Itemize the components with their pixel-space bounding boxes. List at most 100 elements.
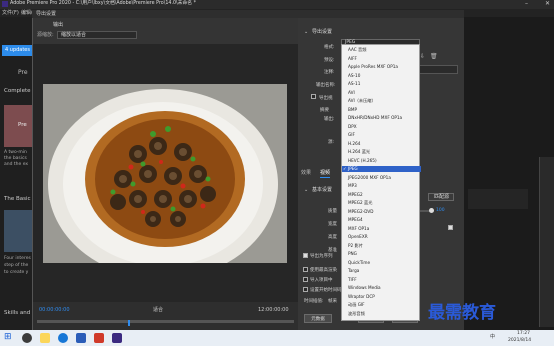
aspect-checkbox[interactable] bbox=[448, 225, 453, 230]
import-project-label: 导入项目中 bbox=[310, 278, 333, 283]
format-option[interactable]: AAC 音频 bbox=[342, 47, 421, 53]
input-language[interactable]: 中 bbox=[490, 335, 495, 340]
timeline-scrubber[interactable] bbox=[37, 320, 294, 323]
width-label: 宽度 bbox=[328, 222, 337, 227]
format-option[interactable]: 动画 GIF bbox=[342, 302, 421, 308]
format-option[interactable]: PNG bbox=[342, 251, 421, 257]
updates-banner[interactable]: 4 updates a bbox=[2, 45, 36, 56]
clock-time[interactable]: 17:27 bbox=[517, 331, 530, 337]
format-option[interactable]: DNxHR/DNxHD MXF OP1a bbox=[342, 115, 421, 121]
format-option[interactable]: Wraptor DCP bbox=[342, 294, 421, 300]
export-sequence-label: 导出为序列 bbox=[310, 254, 333, 259]
format-option[interactable]: MP3 bbox=[342, 183, 421, 189]
format-option[interactable]: BMP bbox=[342, 107, 421, 113]
output-tab[interactable]: 输出 bbox=[53, 23, 63, 28]
edge-icon[interactable] bbox=[58, 333, 68, 343]
app-icon[interactable] bbox=[94, 333, 104, 343]
format-option[interactable]: HEVC (H.265) bbox=[342, 158, 421, 164]
source-scale-select[interactable]: 缩放以适合 bbox=[57, 31, 137, 39]
format-dropdown-list[interactable]: AAC 音频 AIFF Apple ProRes MXF OP1a AS-10 AS-1… bbox=[341, 44, 421, 321]
source-scale-value: 缩放以适合 bbox=[61, 32, 87, 38]
format-option[interactable]: MXF OP1a bbox=[342, 226, 421, 232]
timeline-bar: 00:00:00:00 适合 12:00:00:00 bbox=[33, 302, 298, 330]
delete-preset-icon[interactable]: 🗑 bbox=[430, 54, 438, 60]
timecode-end: 12:00:00:00 bbox=[258, 307, 289, 313]
menu-file[interactable]: 文件(F) bbox=[2, 11, 19, 16]
fit-label[interactable]: 适合 bbox=[153, 308, 163, 313]
learn-heading-3: Skills and bbox=[4, 310, 31, 316]
quality-slider-thumb[interactable] bbox=[429, 208, 434, 213]
format-option[interactable]: Apple ProRes MXF OP1a bbox=[342, 64, 421, 70]
output-name-label: 输出名称: bbox=[316, 83, 336, 88]
learn-panel bbox=[0, 17, 36, 330]
format-option[interactable]: JPEG2000 MXF OP1a bbox=[342, 175, 421, 181]
windows-start-icon[interactable]: ⊞ bbox=[4, 333, 12, 342]
time-interp-label: 时间插值: bbox=[304, 299, 324, 304]
format-option[interactable]: TIFF bbox=[342, 277, 421, 283]
clock-date[interactable]: 2021/8/14 bbox=[508, 338, 531, 344]
word-icon[interactable] bbox=[76, 333, 86, 343]
learn-desc-2: the basics bbox=[4, 156, 27, 161]
learn-heading: Complete bbox=[4, 88, 31, 94]
source-row: 输出 源缩放: 缩放以适合 bbox=[33, 18, 298, 44]
format-option[interactable]: QuickTime bbox=[342, 260, 421, 266]
minimize-button[interactable]: – bbox=[525, 1, 528, 7]
tab-effects[interactable]: 效果 bbox=[301, 171, 311, 176]
checkmark-icon: ✓ bbox=[343, 166, 347, 171]
format-option[interactable]: 波形音频 bbox=[342, 311, 421, 317]
export-video-checkbox[interactable] bbox=[311, 94, 316, 99]
quality-label: 质量 bbox=[328, 209, 337, 214]
playhead[interactable] bbox=[128, 320, 130, 326]
format-option[interactable]: Windows Media bbox=[342, 285, 421, 291]
format-option[interactable]: H.264 蓝光 bbox=[342, 149, 421, 155]
format-option[interactable]: H.264 bbox=[342, 141, 421, 147]
height-label: 高度 bbox=[328, 235, 337, 240]
output-summary-label: 输出: bbox=[324, 117, 335, 122]
learn-desc-1: A two-min bbox=[4, 150, 27, 155]
premiere-taskbar-icon[interactable] bbox=[112, 333, 122, 343]
format-option[interactable]: P2 影片 bbox=[342, 243, 421, 249]
time-interp-value[interactable]: 帧采 bbox=[328, 298, 337, 304]
tab-video[interactable]: 视频 bbox=[320, 171, 331, 178]
timecode-start[interactable]: 00:00:00:00 bbox=[39, 308, 70, 313]
notes-label: 注释: bbox=[324, 70, 335, 75]
learn-desc-3: and the ex bbox=[4, 162, 29, 167]
start-timecode-checkbox[interactable] bbox=[303, 287, 308, 292]
dialog-title-bar: 导出设置 bbox=[32, 10, 464, 18]
chevron-down-icon[interactable]: ⌄ bbox=[304, 188, 308, 193]
format-option[interactable]: AS-11 bbox=[342, 81, 421, 87]
metadata-button[interactable]: 元数据 bbox=[304, 314, 332, 323]
start-timecode-label: 设置开始时间码 bbox=[310, 288, 342, 293]
learn-desc-4: Four interes bbox=[4, 256, 31, 261]
format-option[interactable]: AVI bbox=[342, 90, 421, 96]
max-render-label: 使用最高渲染 bbox=[310, 268, 337, 273]
format-option[interactable]: MPEG2-DVD bbox=[342, 209, 421, 215]
premiere-app-icon bbox=[2, 1, 8, 7]
format-option[interactable]: MPEG2 蓝光 bbox=[342, 200, 421, 206]
chevron-down-icon[interactable]: ⌄ bbox=[304, 30, 308, 35]
format-option[interactable]: MPEG4 bbox=[342, 217, 421, 223]
export-settings-header: 导出设置 bbox=[312, 29, 333, 35]
format-option[interactable]: AVI（未压缩） bbox=[342, 98, 421, 104]
max-render-checkbox[interactable] bbox=[303, 267, 308, 272]
format-option[interactable]: DPX bbox=[342, 124, 421, 130]
preview-image bbox=[43, 84, 287, 263]
format-option[interactable]: Targa bbox=[342, 268, 421, 274]
import-project-checkbox[interactable] bbox=[303, 277, 308, 282]
preset-icons[interactable]: ⇩ 🗑 bbox=[420, 40, 448, 60]
dialog-title: 导出设置 bbox=[36, 11, 57, 17]
file-explorer-icon[interactable] bbox=[40, 333, 50, 343]
format-option[interactable]: AIFF bbox=[342, 56, 421, 62]
watermark-text: 最需教育 bbox=[428, 303, 496, 323]
right-panel bbox=[464, 17, 554, 330]
format-option[interactable]: AS-10 bbox=[342, 73, 421, 79]
format-option[interactable]: GIF bbox=[342, 132, 421, 138]
quality-value[interactable]: 100 bbox=[436, 208, 445, 213]
format-option[interactable]: MPEG2 bbox=[342, 192, 421, 198]
search-icon[interactable] bbox=[22, 333, 32, 343]
format-option[interactable]: JPEG ✓ bbox=[342, 166, 421, 173]
close-icon[interactable]: ✕ bbox=[545, 1, 550, 7]
format-option[interactable]: OpenEXR bbox=[342, 234, 421, 240]
match-source-button[interactable]: 匹配源 bbox=[428, 193, 454, 201]
export-sequence-checkbox[interactable] bbox=[303, 253, 308, 258]
